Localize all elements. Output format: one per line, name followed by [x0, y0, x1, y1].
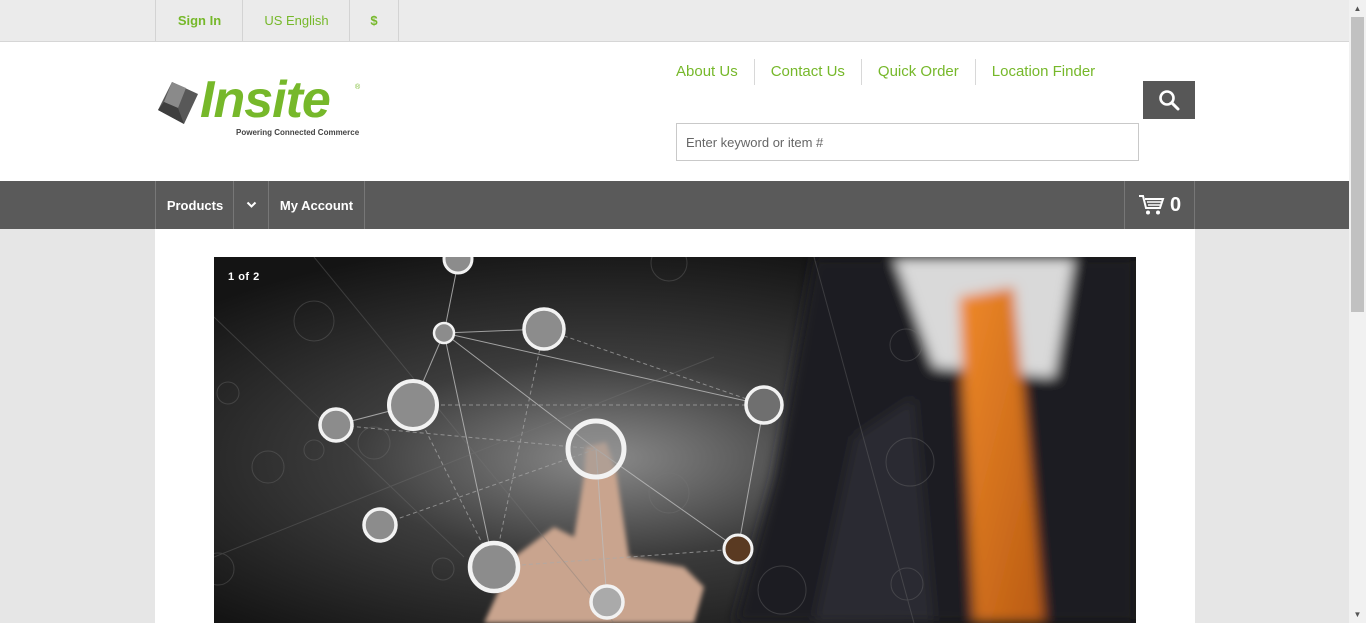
logo-wordmark: Insite	[200, 71, 331, 129]
search-box	[676, 123, 1139, 161]
products-toggle[interactable]	[233, 181, 269, 229]
language-selector[interactable]: US English	[242, 0, 350, 41]
logo-registered-mark: ®	[355, 84, 361, 91]
main-content: 1 of 2	[155, 229, 1195, 623]
search-button[interactable]	[1143, 81, 1195, 119]
scroll-down-arrow-icon[interactable]: ▼	[1349, 606, 1366, 623]
utility-links: About Us Contact Us Quick Order Location…	[660, 59, 1111, 85]
main-nav: Products My Account 0	[0, 181, 1349, 229]
slide-current: 1	[228, 271, 235, 283]
page-scrollbar[interactable]: ▲ ▼	[1349, 0, 1366, 623]
cart-icon	[1138, 195, 1165, 215]
contact-us-link[interactable]: Contact Us	[755, 59, 862, 85]
quick-order-link[interactable]: Quick Order	[862, 59, 976, 85]
brand-logo[interactable]: Insite ® Powering Connected Commerce	[158, 71, 368, 142]
slide-total: 2	[253, 271, 260, 283]
search-input[interactable]	[677, 124, 1138, 160]
chevron-down-icon	[246, 201, 257, 208]
logo-mark-icon	[158, 82, 198, 124]
search-icon	[1159, 90, 1180, 111]
slide-of: of	[238, 271, 250, 283]
hero-image	[214, 257, 1136, 623]
sign-in-link[interactable]: Sign In	[155, 0, 243, 41]
nav-products[interactable]: Products	[155, 181, 234, 229]
hero-carousel[interactable]: 1 of 2	[214, 257, 1136, 623]
cart-count: 0	[1169, 193, 1182, 216]
logo-tagline: Powering Connected Commerce	[236, 128, 360, 137]
cart-button[interactable]: 0	[1124, 181, 1195, 229]
top-utility-bar: Sign In US English $	[0, 0, 1349, 42]
currency-selector[interactable]: $	[349, 0, 399, 41]
slide-counter: 1 of 2	[228, 271, 260, 283]
location-finder-link[interactable]: Location Finder	[976, 59, 1111, 85]
about-us-link[interactable]: About Us	[660, 59, 755, 85]
scroll-up-arrow-icon[interactable]: ▲	[1349, 0, 1366, 17]
nav-my-account[interactable]: My Account	[268, 181, 365, 229]
scrollbar-thumb[interactable]	[1351, 17, 1364, 312]
